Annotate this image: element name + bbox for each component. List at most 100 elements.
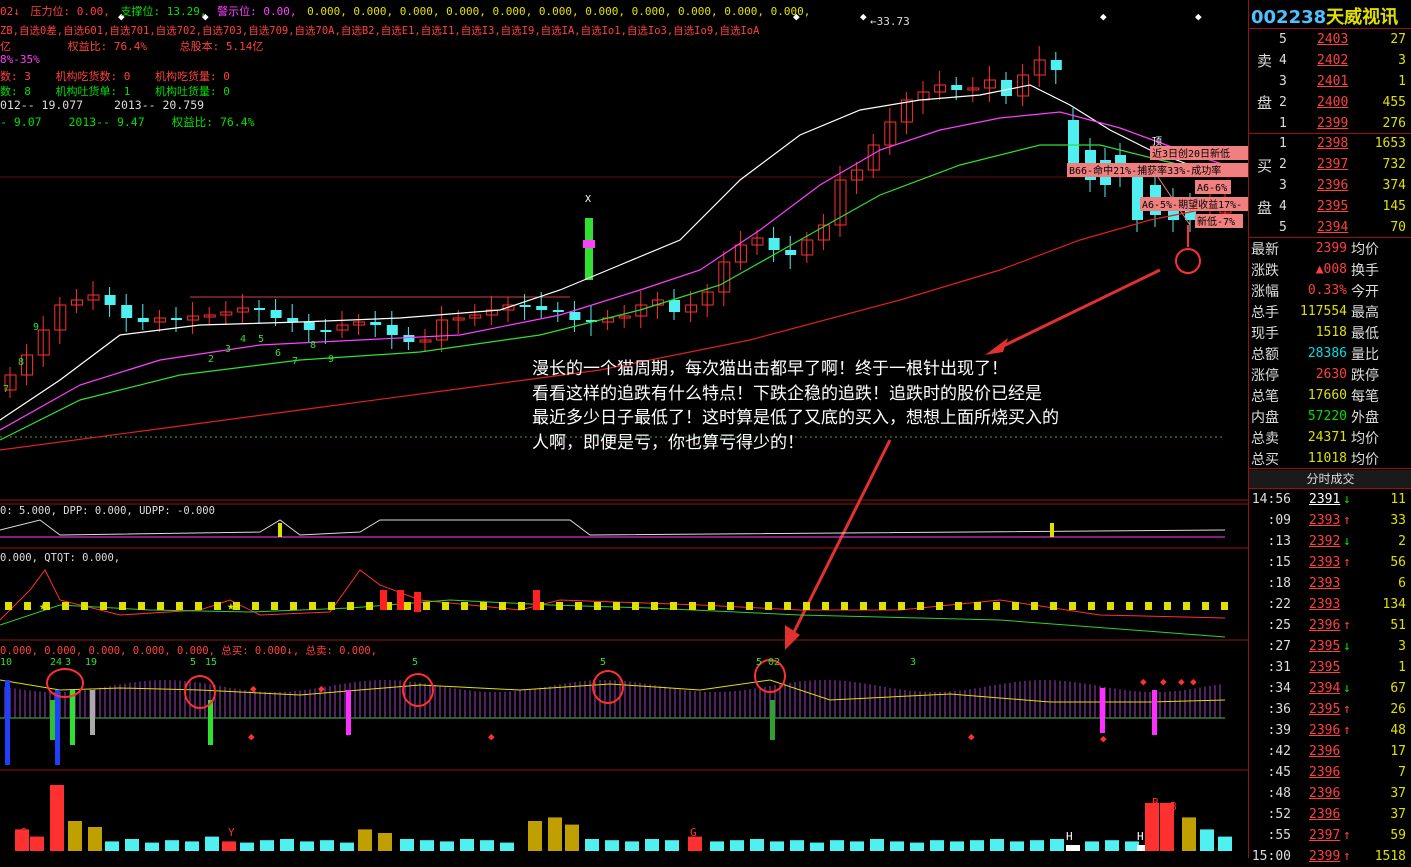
tick-row[interactable]: :45 2396 7 xyxy=(1249,762,1411,783)
candle-down xyxy=(1050,60,1062,70)
stat-key: 总额 xyxy=(1251,347,1279,363)
indicator3-label: 3 xyxy=(65,657,71,668)
bid-level: 1 xyxy=(1279,136,1287,151)
candle-count-label: 4 xyxy=(240,334,246,345)
tick-direction: ↑ xyxy=(1343,849,1351,864)
tick-direction: ↑ xyxy=(1343,618,1351,633)
inst-sell-count: 机构吐货单: 1 xyxy=(55,85,131,98)
indicator2-bar xyxy=(765,602,772,610)
tick-row[interactable]: :13 2392 ↓ 2 xyxy=(1249,531,1411,552)
tick-row[interactable]: :52 2396 37 xyxy=(1249,804,1411,825)
indicator2-bar xyxy=(100,602,107,610)
stat-value: 17660 xyxy=(1307,388,1347,403)
tick-time: :22 xyxy=(1267,597,1291,612)
tick-time: :31 xyxy=(1267,660,1291,675)
bid-volume: 145 xyxy=(1382,199,1406,214)
tick-row[interactable]: :09 2393 ↑ 33 xyxy=(1249,510,1411,531)
event-label: A6-5%-期望收益17%- xyxy=(1142,198,1242,211)
volume-label: B xyxy=(1152,796,1159,809)
tick-row[interactable]: :27 2395 ↓ 3 xyxy=(1249,636,1411,657)
volume-bar xyxy=(710,841,724,851)
indicator3-bar xyxy=(770,700,775,740)
indicator3-bar xyxy=(5,680,10,765)
indicator2-bar xyxy=(290,602,297,610)
volume-bar xyxy=(1182,817,1196,851)
tick-row[interactable]: :18 2393 6 xyxy=(1249,573,1411,594)
tick-price: 2393 xyxy=(1309,513,1341,528)
indicator2-bar xyxy=(556,602,563,610)
signal-circle xyxy=(592,670,624,704)
bid-level: 3 xyxy=(1279,178,1287,193)
stat-key-2: 量比 xyxy=(1351,347,1379,363)
ask-price: 2402 xyxy=(1317,53,1349,68)
tick-row[interactable]: :36 2395 ↑ 26 xyxy=(1249,699,1411,720)
tick-row[interactable]: 14:56 2391 ↓ 11 xyxy=(1249,489,1411,510)
tick-price: 2393 xyxy=(1309,576,1341,591)
indicator2-red-bar xyxy=(414,592,421,612)
stat-row: 总额 28386 量比 xyxy=(1249,343,1411,364)
tick-row[interactable]: :25 2396 ↑ 51 xyxy=(1249,615,1411,636)
volume-bar xyxy=(850,841,864,851)
stat-row: 涨跌 ▲008 换手 xyxy=(1249,259,1411,280)
stat-key: 总买 xyxy=(1251,452,1279,468)
signal-candle xyxy=(585,218,593,280)
ask-row[interactable]: 2 2400 455 xyxy=(1249,92,1411,113)
candle-down xyxy=(785,250,797,255)
tick-row[interactable]: :42 2396 17 xyxy=(1249,741,1411,762)
tick-time: :15 xyxy=(1267,555,1291,570)
volume-bar xyxy=(340,842,354,851)
tick-row[interactable]: :15 2393 ↑ 56 xyxy=(1249,552,1411,573)
indicator2-bar xyxy=(423,602,430,610)
stat-key: 总手 xyxy=(1251,305,1279,321)
indicator2-bar xyxy=(632,602,639,610)
tick-time: :48 xyxy=(1267,786,1291,801)
tick-time: :36 xyxy=(1267,702,1291,717)
tick-volume: 134 xyxy=(1382,597,1406,612)
eps-2013: 2013-- 20.759 xyxy=(114,98,205,112)
tick-row[interactable]: :55 2397 ↑ 59 xyxy=(1249,825,1411,846)
bid-row[interactable]: 1 2398 1653 xyxy=(1249,133,1411,154)
indicator3-marker: ◆ xyxy=(248,730,255,743)
ask-row[interactable]: 4 2402 3 xyxy=(1249,50,1411,71)
tick-row[interactable]: :31 2395 1 xyxy=(1249,657,1411,678)
tick-price: 2393 xyxy=(1309,555,1341,570)
candle-count-label: 9 xyxy=(328,354,334,365)
volume-bar xyxy=(1200,829,1214,851)
stat-value: 0.33% xyxy=(1307,283,1347,298)
ask-row[interactable]: 3 2401 1 xyxy=(1249,71,1411,92)
tick-volume: 1 xyxy=(1398,660,1406,675)
candle-down xyxy=(669,300,680,312)
bid-row[interactable]: 3 2396 374 xyxy=(1249,175,1411,196)
indicator2-bar xyxy=(1164,602,1171,610)
tick-row[interactable]: :22 2393 134 xyxy=(1249,594,1411,615)
indicator3-label: 15 xyxy=(205,657,217,668)
ticks-title[interactable]: 分时成交 xyxy=(1249,470,1411,488)
indicator3-bar xyxy=(1100,688,1105,733)
tick-direction: ↓ xyxy=(1343,534,1351,549)
annotation-text: 漫长的一个猫周期，每次猫出击都早了啊！终于一根针出现了！ 看看这样的追跌有什么特… xyxy=(532,357,1212,455)
tick-direction: ↑ xyxy=(1343,513,1351,528)
tick-volume: 51 xyxy=(1390,618,1406,633)
indicator2-bar xyxy=(518,602,525,610)
ask-row[interactable]: 1 2399 276 xyxy=(1249,113,1411,134)
annotation-line: 漫长的一个猫周期，每次猫出击都早了啊！终于一根针出现了！ xyxy=(532,359,1008,379)
stock-title[interactable]: 002238天威视讯 xyxy=(1251,3,1398,29)
candle-down xyxy=(1068,120,1079,165)
stat-key: 现手 xyxy=(1251,326,1279,342)
tick-volume: 3 xyxy=(1398,639,1406,654)
stat-key: 涨停 xyxy=(1251,368,1279,384)
bid-row[interactable]: 5 2394 70 xyxy=(1249,217,1411,238)
tick-row[interactable]: :48 2396 37 xyxy=(1249,783,1411,804)
bid-row[interactable]: 2 2397 732 xyxy=(1249,154,1411,175)
tick-row[interactable]: 15:00 2399 ↑ 1518 xyxy=(1249,846,1411,867)
kline-chart-area[interactable]: 9 8 7 2 3 4 5 6 7 8 9 X ←33.73 ◆ ◆ ◆ ◆ ◆ ◆ 近3日创20日新低 B66-命中2… xyxy=(0,0,1248,858)
tick-row[interactable]: :34 2394 ↓ 67 xyxy=(1249,678,1411,699)
bid-row[interactable]: 4 2395 145 xyxy=(1249,196,1411,217)
volume-bar xyxy=(320,840,334,851)
volume-bar xyxy=(830,840,844,851)
tick-row[interactable]: :39 2396 ↑ 48 xyxy=(1249,720,1411,741)
ask-row[interactable]: 5 2403 27 xyxy=(1249,29,1411,50)
volume-bar xyxy=(1050,839,1064,851)
header-seg: 数: 3 xyxy=(0,70,31,83)
volume-bar xyxy=(1066,845,1080,851)
